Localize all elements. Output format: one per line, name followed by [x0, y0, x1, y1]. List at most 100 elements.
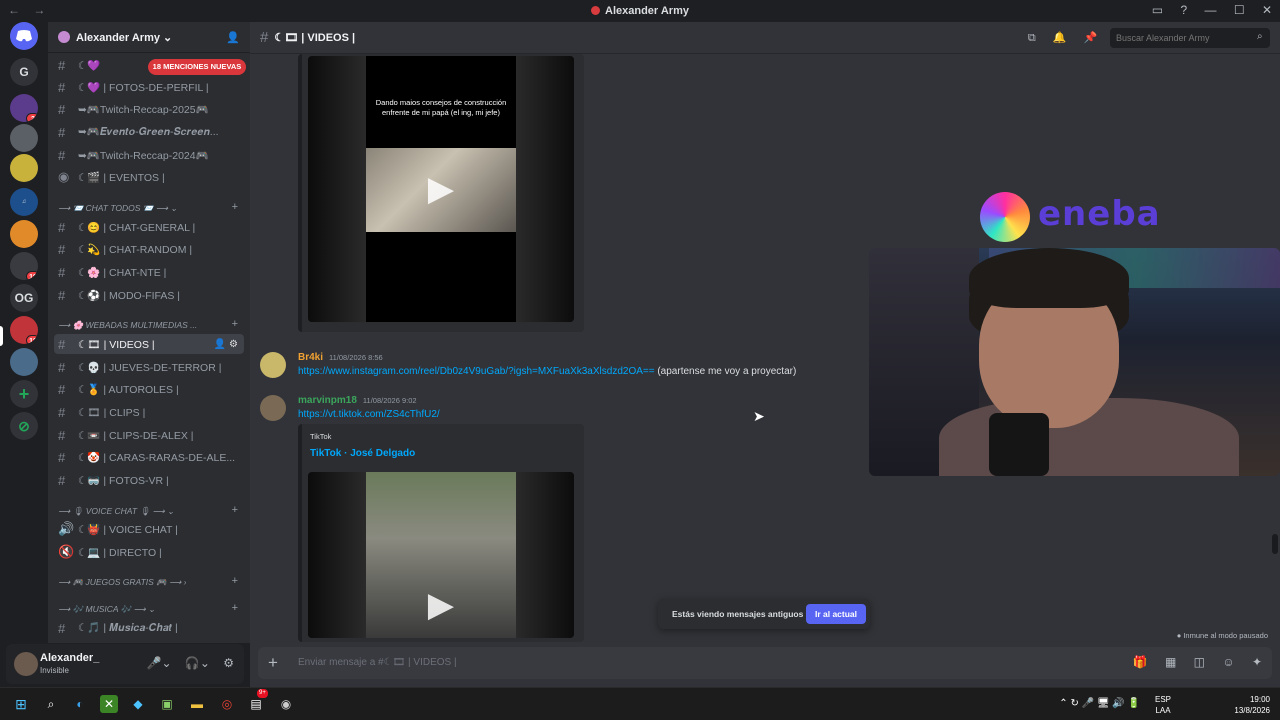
- invite-icon[interactable]: 👤: [226, 31, 240, 44]
- microphone-icon[interactable]: 🎤⌄: [147, 656, 172, 670]
- jump-to-present-button[interactable]: Ir al actual: [806, 604, 866, 624]
- play-icon[interactable]: ▶: [423, 587, 459, 623]
- category-webadas[interactable]: ⟶ 🌸 WEBADAS MULTIMEDIAS ... +: [58, 318, 244, 331]
- threads-icon[interactable]: ⧉: [1028, 32, 1036, 44]
- add-channel-icon[interactable]: +: [232, 318, 238, 330]
- obs-icon[interactable]: ◉: [277, 695, 295, 713]
- channel-item[interactable]: # ☾🤡 | CARAS-RARAS-DE-ALE...: [54, 447, 244, 467]
- edge-icon[interactable]: ◐: [71, 695, 89, 713]
- add-server-icon[interactable]: +: [10, 380, 38, 408]
- channel-item[interactable]: # ☾💜 | FOTOS-DE-PERFIL |: [54, 77, 244, 97]
- message-link[interactable]: https://vt.tiktok.com/ZS4cThfU2/: [298, 409, 440, 420]
- bell-icon[interactable]: 🔔: [1053, 32, 1067, 44]
- channel-item[interactable]: # ☾🎞 | CLIPS |: [54, 402, 244, 422]
- channel-item[interactable]: # ☾📼 | CLIPS-DE-ALEX |: [54, 425, 244, 445]
- channel-item-eventos[interactable]: ◉ ☾🎬 | EVENTOS |: [54, 167, 244, 187]
- input-language[interactable]: ESP LAA: [1148, 694, 1178, 716]
- add-attachment-icon[interactable]: +: [268, 653, 278, 673]
- maximize-icon[interactable]: ☐: [1234, 3, 1245, 17]
- minimize-icon[interactable]: —: [1204, 3, 1216, 17]
- notepad-icon[interactable]: ▤ 9+: [247, 689, 268, 713]
- inbox-icon[interactable]: ▭: [1152, 3, 1163, 17]
- message-link[interactable]: https://www.instagram.com/reel/Db0z4V9uG…: [298, 366, 655, 377]
- channel-settings-icon[interactable]: 👤 ⚙: [214, 339, 238, 350]
- clock[interactable]: 19:00 13/8/2026: [1210, 694, 1270, 716]
- search-input[interactable]: [1110, 28, 1270, 48]
- scrollbar[interactable]: [1272, 534, 1278, 554]
- channel-item[interactable]: # ➥🎮Twitch-Reccap-2024🎮: [54, 145, 244, 165]
- channel-item[interactable]: # ☾🥽 | FOTOS-VR |: [54, 470, 244, 490]
- apps-icon[interactable]: ✦: [1252, 655, 1262, 669]
- channel-item[interactable]: # ☾🏅 | AUTOROLES |: [54, 379, 244, 399]
- category-chat-todos[interactable]: ⟶ 📨 CHAT TODOS 📨 ⟶ ⌄ +: [58, 201, 244, 214]
- channel-item[interactable]: # ☾⚽ | MODO-FIFAS |: [54, 285, 244, 305]
- webcam-overlay: [869, 248, 1280, 476]
- folder-icon[interactable]: ▬: [188, 695, 206, 713]
- search-icon[interactable]: ⌕: [1257, 31, 1263, 42]
- close-icon[interactable]: ✕: [1262, 3, 1272, 17]
- channel-item[interactable]: # ☾💫 | CHAT-RANDOM |: [54, 239, 244, 259]
- category-voice-chat[interactable]: ⟶ 🎙 VOICE CHAT 🎙 ⟶ ⌄ +: [58, 504, 244, 517]
- avatar[interactable]: [260, 352, 286, 378]
- message-input[interactable]: Enviar mensaje a #☾🎞 | VIDEOS |: [298, 657, 457, 668]
- category-musica[interactable]: ⟶ 🎶 MUSICA 🎶 ⟶ ⌄ +: [58, 602, 244, 615]
- windows-start-icon[interactable]: ⊞: [12, 695, 30, 713]
- emoji-icon[interactable]: ☺: [1222, 655, 1234, 669]
- window-controls[interactable]: ▭ ? — ☐ ✕: [1138, 3, 1272, 17]
- message-content: https://vt.tiktok.com/ZS4cThfU2/: [298, 409, 440, 420]
- server-icon-7[interactable]: 19: [10, 252, 38, 280]
- video-player[interactable]: Dando maios consejos de construcción enf…: [308, 56, 574, 322]
- play-icon[interactable]: ▶: [423, 171, 459, 207]
- add-channel-icon[interactable]: +: [232, 201, 238, 213]
- channel-item[interactable]: # ☾💀 | JUEVES-DE-TERROR |: [54, 357, 244, 377]
- xbox-icon[interactable]: ✕: [100, 695, 118, 713]
- tray-icons[interactable]: ⌃ ↻ 🎤 🖥 🔊 🔋: [1050, 698, 1140, 709]
- channel-item[interactable]: # ➥🎮Twitch-Reccap-2025🎮: [54, 99, 244, 119]
- discord-home-icon[interactable]: [10, 22, 38, 50]
- embed-title[interactable]: TikTok · José Delgado: [310, 448, 415, 459]
- add-channel-icon[interactable]: +: [232, 602, 238, 614]
- add-channel-icon[interactable]: +: [232, 575, 238, 587]
- avatar[interactable]: [14, 652, 38, 676]
- message-author[interactable]: Br4ki 11/08/2026 8:56: [298, 352, 383, 363]
- channel-item[interactable]: # ☾🌸 | CHAT-NTE |: [54, 262, 244, 282]
- headphones-icon[interactable]: 🎧⌄: [185, 656, 210, 670]
- server-header[interactable]: Alexander Army ⌄ 👤: [48, 22, 250, 53]
- mouse-cursor: ➤: [753, 408, 765, 424]
- category-juegos[interactable]: ⟶ 🎮 JUEGOS GRATIS 🎮 ⟶ › +: [58, 575, 244, 588]
- search-icon[interactable]: ⌕: [42, 695, 60, 713]
- channel-item[interactable]: # ☾🎵 | 𝑴𝒖𝒔𝒊𝒄𝒂-𝑪𝒉𝒂𝒕 |: [54, 618, 244, 638]
- server-icon-2[interactable]: 2: [10, 94, 38, 122]
- gift-icon[interactable]: 🎁: [1133, 655, 1148, 669]
- server-g[interactable]: G: [10, 58, 38, 86]
- channel-item-videos[interactable]: # ☾🎞 | VIDEOS | 👤 ⚙: [54, 334, 244, 354]
- sticker-icon[interactable]: ◫: [1194, 655, 1205, 669]
- new-mentions-pill[interactable]: 18 MENCIONES NUEVAS: [148, 59, 246, 75]
- gif-icon[interactable]: ▦: [1165, 655, 1176, 669]
- server-og[interactable]: OG: [10, 284, 38, 312]
- server-icon-10[interactable]: [10, 348, 38, 376]
- chrome-icon[interactable]: ◎: [218, 695, 236, 713]
- server-icon-beatles[interactable]: ♫: [10, 188, 38, 216]
- server-alexander-army[interactable]: 18: [10, 316, 38, 344]
- avatar[interactable]: [260, 395, 286, 421]
- server-icon-4[interactable]: [10, 154, 38, 182]
- app-icon[interactable]: ◆: [129, 695, 147, 713]
- microphone: [989, 413, 1049, 476]
- immune-status: ● Inmune al modo pausado: [1176, 631, 1268, 640]
- voice-channel-item[interactable]: 🔊 ☾👹 | VOICE CHAT |: [54, 519, 244, 539]
- channel-item[interactable]: # ➥🎮𝑬𝒗𝒆𝒏𝒕𝒐-𝑮𝒓𝒆𝒆𝒏-𝑺𝒄𝒓𝒆𝒆𝒏...: [54, 122, 244, 142]
- channel-sidebar: Alexander Army ⌄ 👤 # ☾💜 18 MENCIONES NUEV…: [48, 22, 250, 643]
- pin-icon[interactable]: 📌: [1084, 32, 1098, 44]
- server-icon-3[interactable]: [10, 124, 38, 152]
- voice-channel-item[interactable]: 🔇 ☾💻 | DIRECTO |: [54, 542, 244, 562]
- server-icon-6[interactable]: [10, 220, 38, 248]
- explore-icon[interactable]: ⊘: [10, 412, 38, 440]
- app-icon[interactable]: ▣: [158, 695, 176, 713]
- channel-item[interactable]: # ☾😊 | CHAT-GENERAL |: [54, 217, 244, 237]
- help-icon[interactable]: ?: [1180, 3, 1187, 17]
- message-author[interactable]: marvinpm18 11/08/2026 9:02: [298, 395, 417, 406]
- add-channel-icon[interactable]: +: [232, 504, 238, 516]
- video-player[interactable]: ▶: [308, 472, 574, 638]
- gear-icon[interactable]: ⚙: [223, 656, 234, 670]
